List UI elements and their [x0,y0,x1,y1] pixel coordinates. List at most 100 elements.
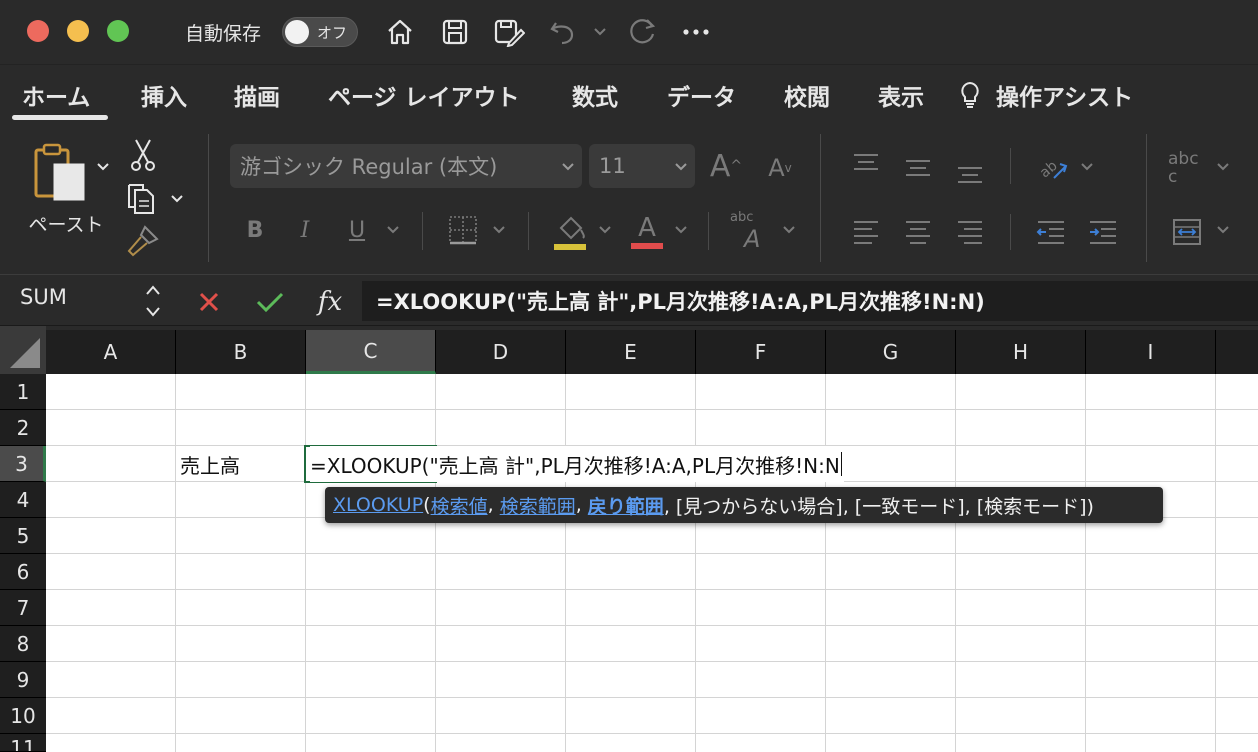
column-header[interactable]: H [956,330,1086,374]
column-header[interactable]: B [176,330,306,374]
decrease-indent-icon[interactable] [1032,212,1070,252]
enter-formula-icon[interactable] [252,285,288,319]
borders-dropdown-icon[interactable] [492,225,506,235]
font-name-combobox[interactable]: 游ゴシック Regular (本文) [230,144,582,188]
format-painter-icon[interactable] [124,224,160,258]
align-top-icon[interactable] [848,144,884,184]
fill-color-dropdown-icon[interactable] [598,225,612,235]
row-header[interactable]: 6 [0,554,46,590]
tab-view[interactable]: 表示 [878,65,924,125]
row-header[interactable]: 4 [0,482,46,518]
home-icon[interactable] [383,16,417,48]
column-header[interactable]: G [826,330,956,374]
copy-icon[interactable] [124,180,160,216]
borders-icon[interactable] [444,210,482,250]
wrap-text-dropdown-icon[interactable] [1216,162,1230,172]
increase-indent-icon[interactable] [1084,212,1122,252]
font-grow-button[interactable]: A ^ [706,144,746,188]
ribbon-separator [528,212,529,250]
ribbon-separator [1010,148,1011,184]
align-right-icon[interactable] [952,212,988,252]
paste-label[interactable]: ペースト [26,210,106,237]
align-bottom-icon[interactable] [952,152,988,192]
paste-icon[interactable] [28,142,94,204]
row-header-active[interactable]: 3 [0,446,46,482]
wrap-text-button[interactable]: abc c [1168,144,1208,192]
italic-button[interactable]: I [288,210,322,250]
zoom-window-button[interactable] [107,20,129,42]
function-signature-tooltip: XLOOKUP ( 検索値 , 検索範囲 , 戻り範囲 , [見つからない場合]… [325,487,1163,523]
underline-dropdown-icon[interactable] [386,225,400,235]
orientation-dropdown-icon[interactable] [1080,162,1094,172]
save-icon[interactable] [438,16,472,48]
tab-tell-me[interactable]: 操作アシスト [958,65,1133,125]
column-header-active[interactable]: C [306,330,436,374]
ribbon-separator [820,134,821,262]
align-center-icon[interactable] [900,212,936,252]
text-color-dropdown-icon[interactable] [674,225,688,235]
column-header[interactable] [1216,330,1258,374]
row-header[interactable]: 11 [0,734,46,752]
row-header[interactable]: 2 [0,410,46,446]
active-tab-indicator [12,115,108,120]
bold-button[interactable]: B [238,210,272,250]
column-header[interactable]: A [46,330,176,374]
minimize-window-button[interactable] [67,20,89,42]
undo-dropdown-icon[interactable] [590,16,610,48]
column-header[interactable]: I [1086,330,1216,374]
phonetic-guide-button[interactable]: abc A [730,208,774,254]
column-header[interactable]: D [436,330,566,374]
underline-button[interactable]: U [340,210,374,250]
orientation-icon[interactable]: ab [1032,144,1072,188]
font-size-dropdown-icon[interactable] [674,162,688,172]
function-name-link[interactable]: XLOOKUP [333,494,423,516]
row-header[interactable]: 5 [0,518,46,554]
name-box-stepper-icon[interactable] [140,281,166,321]
cut-icon[interactable] [128,136,158,174]
tab-data[interactable]: データ [667,65,736,125]
ribbon-separator [422,212,423,250]
row-header[interactable]: 1 [0,374,46,410]
phonetic-dropdown-icon[interactable] [782,225,796,235]
save-as-icon[interactable] [492,16,526,48]
row-header[interactable]: 10 [0,698,46,734]
close-window-button[interactable] [27,20,49,42]
merge-center-icon[interactable] [1168,212,1206,252]
select-all-button[interactable] [0,326,46,374]
font-shrink-button[interactable]: Av [762,146,798,190]
align-middle-icon[interactable] [900,148,936,188]
ribbon-home: ペースト 游ゴシック Regular (本文) 11 A ^ Av B I U A [0,124,1258,274]
tab-formulas[interactable]: 数式 [572,65,618,125]
cancel-formula-icon[interactable] [192,285,226,319]
align-left-icon[interactable] [848,212,884,252]
text-color-button[interactable]: A [628,208,666,254]
row-header[interactable]: 7 [0,590,46,626]
tab-review[interactable]: 校閲 [784,65,830,125]
autosave-toggle[interactable]: オフ [282,16,358,48]
arg-lookup-value[interactable]: 検索値 [431,492,488,519]
cell-c3-editor[interactable]: =XLOOKUP("売上高 計",PL月次推移!A:A,PL月次推移!N:N [310,446,844,482]
more-icon[interactable] [680,16,712,48]
undo-icon[interactable] [546,16,580,48]
merge-dropdown-icon[interactable] [1216,225,1230,235]
insert-function-button[interactable]: fx [310,283,350,321]
row-header[interactable]: 8 [0,626,46,662]
copy-dropdown-icon[interactable] [170,194,184,204]
arg-return-array[interactable]: 戻り範囲 [588,492,664,519]
name-box[interactable]: SUM [20,285,67,309]
tab-page-layout[interactable]: ページ レイアウト [328,65,520,125]
font-name-dropdown-icon[interactable] [561,162,575,172]
formula-input[interactable]: =XLOOKUP("売上高 計",PL月次推移!A:A,PL月次推移!N:N) [362,281,1258,321]
spreadsheet-grid: A B C D E F G H I 1 2 3 4 5 6 7 8 9 10 1… [0,326,1258,752]
column-header[interactable]: E [566,330,696,374]
arg-lookup-array[interactable]: 検索範囲 [500,492,576,519]
paste-dropdown-icon[interactable] [96,162,110,172]
row-header[interactable]: 9 [0,662,46,698]
fill-color-icon[interactable] [550,210,590,254]
tab-insert[interactable]: 挿入 [141,65,187,125]
ribbon-tabs: ホーム 挿入 描画 ページ レイアウト 数式 データ 校閲 表示 操作アシスト [0,64,1258,124]
redo-icon[interactable] [624,16,660,48]
column-header[interactable]: F [696,330,826,374]
tab-draw[interactable]: 描画 [234,65,280,125]
cell-b3[interactable]: 売上高 [180,446,240,482]
